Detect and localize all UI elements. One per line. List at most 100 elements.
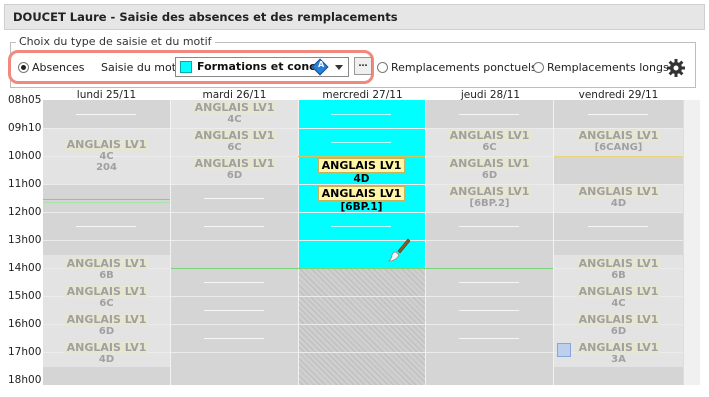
motif-select[interactable]: Formations et conco A — [175, 57, 349, 77]
time-marker — [171, 268, 553, 269]
column-separator — [298, 100, 299, 385]
remplacements-longs-radio[interactable] — [533, 62, 544, 73]
course-class: [6BP.1] — [340, 201, 383, 213]
course-subject: ANGLAIS LV1 — [576, 341, 661, 354]
course-class: 3A — [611, 354, 626, 365]
course-card[interactable]: ANGLAIS LV1 4C — [171, 101, 298, 125]
hour-label: 18h00 — [8, 374, 42, 386]
chevron-down-icon[interactable] — [335, 65, 343, 70]
window-title-bar: DOUCET Laure - Saisie des absences et de… — [4, 4, 705, 30]
vertical-scrollbar[interactable] — [683, 100, 700, 385]
course-card[interactable]: ANGLAIS LV1 6C — [171, 129, 298, 153]
course-subject: ANGLAIS LV1 — [64, 285, 149, 298]
course-card[interactable]: ANGLAIS LV1 6C — [426, 129, 553, 153]
empty-slot-mark — [459, 226, 519, 227]
course-subject: ANGLAIS LV1 — [317, 158, 406, 173]
brush-icon[interactable] — [386, 237, 412, 263]
empty-slot-mark — [76, 114, 136, 115]
empty-slot-mark — [204, 338, 264, 339]
course-card[interactable]: ANGLAIS LV1 3A — [554, 341, 683, 365]
timetable-grid[interactable]: ANGLAIS LV1 4C 204 ANGLAIS LV1 6B ANGLAI… — [43, 100, 683, 385]
course-card[interactable]: ANGLAIS LV1 6C — [43, 285, 170, 309]
course-subject: ANGLAIS LV1 — [192, 129, 277, 142]
window-title: DOUCET Laure - Saisie des absences et de… — [13, 10, 398, 24]
empty-slot-mark — [588, 226, 648, 227]
course-subject: ANGLAIS LV1 — [576, 185, 661, 198]
empty-slot-mark — [204, 310, 264, 311]
course-class: 6D — [610, 326, 627, 337]
empty-slot-mark — [331, 114, 391, 115]
course-card[interactable]: ANGLAIS LV1 6D — [426, 157, 553, 181]
motif-value: Formations et conco — [197, 60, 324, 73]
course-card[interactable]: ANGLAIS LV1 4D — [43, 341, 170, 365]
course-class: 4C — [611, 298, 626, 309]
remplacements-ponctuels-radio[interactable] — [377, 62, 388, 73]
course-subject: ANGLAIS LV1 — [64, 341, 149, 354]
course-subject: ANGLAIS LV1 — [576, 285, 661, 298]
course-class: 6C — [482, 142, 497, 153]
course-subject: ANGLAIS LV1 — [64, 257, 149, 270]
entry-type-group-legend: Choix du type de saisie et du motif — [16, 35, 215, 48]
course-subject: ANGLAIS LV1 — [576, 313, 661, 326]
course-subject: ANGLAIS LV1 — [447, 185, 532, 198]
person-icon — [557, 343, 571, 357]
course-subject: ANGLAIS LV1 — [64, 313, 149, 326]
course-class: 6B — [611, 270, 626, 281]
course-card[interactable]: ANGLAIS LV1 6D — [171, 157, 298, 181]
unavailable-block — [298, 268, 425, 385]
empty-slot-mark — [76, 226, 136, 227]
course-card-selected[interactable]: ANGLAIS LV1 [6BP.1] — [298, 186, 425, 213]
empty-slot-mark — [204, 282, 264, 283]
course-class: 4D — [353, 173, 370, 185]
course-card[interactable]: ANGLAIS LV1 6D — [554, 313, 683, 337]
course-card-selected[interactable]: ANGLAIS LV1 4D — [298, 158, 425, 185]
empty-slot-mark — [459, 338, 519, 339]
course-subject: ANGLAIS LV1 — [576, 257, 661, 270]
course-card[interactable]: ANGLAIS LV1 4D — [554, 185, 683, 209]
empty-slot-mark — [588, 114, 648, 115]
hour-label: 16h00 — [8, 318, 42, 330]
course-class: 6C — [99, 298, 114, 309]
empty-slot-mark — [459, 282, 519, 283]
course-card[interactable]: ANGLAIS LV1 4C — [554, 285, 683, 309]
course-subject: ANGLAIS LV1 — [317, 186, 406, 201]
hour-label: 11h00 — [8, 178, 42, 190]
course-class: 6D — [481, 170, 498, 181]
course-card[interactable]: ANGLAIS LV1 4C 204 — [43, 138, 170, 173]
motif-type-icon-text: A — [318, 60, 325, 70]
course-room: 204 — [96, 162, 117, 173]
hour-label: 15h00 — [8, 290, 42, 302]
course-card[interactable]: ANGLAIS LV1 6D — [43, 313, 170, 337]
course-card[interactable]: ANGLAIS LV1 [6BP.2] — [426, 185, 553, 209]
time-marker — [298, 156, 425, 157]
empty-slot-mark — [331, 226, 391, 227]
hour-label: 13h00 — [8, 234, 42, 246]
course-class: 6D — [98, 326, 115, 337]
absences-radio[interactable] — [18, 62, 29, 73]
time-marker — [43, 199, 170, 200]
row-separator — [43, 240, 683, 241]
remplacements-ponctuels-label[interactable]: Remplacements ponctuels — [391, 61, 537, 74]
course-class: [6CANG] — [594, 142, 643, 153]
hour-label: 10h00 — [8, 150, 42, 162]
time-marker — [554, 156, 683, 157]
remplacements-longs-label[interactable]: Remplacements longs — [547, 61, 669, 74]
hour-label: 17h00 — [8, 346, 42, 358]
empty-slot-mark — [204, 226, 264, 227]
course-card[interactable]: ANGLAIS LV1 [6CANG] — [554, 129, 683, 153]
motif-label: Saisie du motif — [101, 61, 183, 74]
course-subject: ANGLAIS LV1 — [447, 157, 532, 170]
more-options-button[interactable]: … — [354, 57, 372, 75]
empty-slot-mark — [459, 114, 519, 115]
gear-icon[interactable] — [666, 58, 686, 78]
course-class: 6C — [227, 142, 242, 153]
course-class: 6D — [226, 170, 243, 181]
hour-label: 14h00 — [8, 262, 42, 274]
hour-label: 12h00 — [8, 206, 42, 218]
course-card[interactable]: ANGLAIS LV1 6B — [554, 257, 683, 281]
absences-label[interactable]: Absences — [32, 61, 85, 74]
course-class: [6BP.2] — [469, 198, 510, 209]
course-subject: ANGLAIS LV1 — [192, 157, 277, 170]
course-class: 6B — [99, 270, 114, 281]
course-card[interactable]: ANGLAIS LV1 6B — [43, 257, 170, 281]
